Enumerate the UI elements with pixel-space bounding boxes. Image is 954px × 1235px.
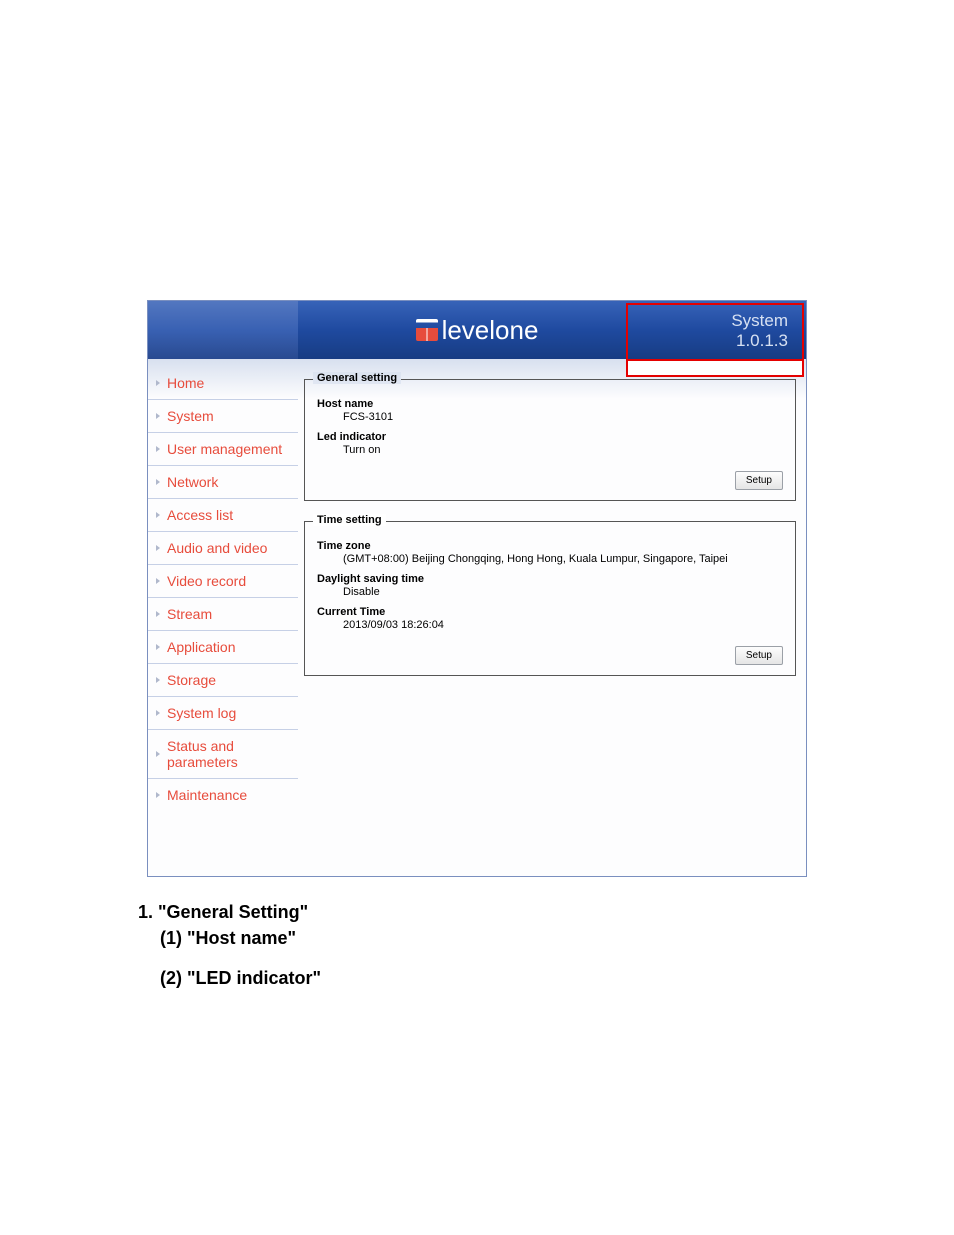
sidebar-item-status-parameters[interactable]: Status and parameters xyxy=(148,730,298,779)
header-system-label: System xyxy=(628,311,788,331)
time-zone-value: (GMT+08:00) Beijing Chongqing, Hong Hong… xyxy=(317,552,785,569)
chevron-right-icon xyxy=(156,751,160,757)
chevron-right-icon xyxy=(156,446,160,452)
chevron-right-icon xyxy=(156,512,160,518)
sidebar-item-label: Audio and video xyxy=(167,540,267,556)
sidebar-item-label: Application xyxy=(167,639,236,655)
content-area: General setting Host name FCS-3101 Led i… xyxy=(298,359,806,876)
document-text: 1. "General Setting" (1) "Host name" (2)… xyxy=(138,899,954,991)
logo-mark-icon xyxy=(416,319,438,341)
sidebar-item-stream[interactable]: Stream xyxy=(148,598,298,631)
sidebar-item-storage[interactable]: Storage xyxy=(148,664,298,697)
sidebar-item-system-log[interactable]: System log xyxy=(148,697,298,730)
sidebar-item-access-list[interactable]: Access list xyxy=(148,499,298,532)
general-setting-panel: General setting Host name FCS-3101 Led i… xyxy=(304,379,796,501)
time-setup-button[interactable]: Setup xyxy=(735,646,783,665)
body-row: Home System User management Network Acce… xyxy=(148,359,806,876)
header-system-info-box: System 1.0.1.3 xyxy=(626,303,804,361)
current-time-label: Current Time xyxy=(317,606,785,618)
sidebar-item-label: User management xyxy=(167,441,282,457)
sidebar-item-label: Home xyxy=(167,375,204,391)
sidebar-item-audio-video[interactable]: Audio and video xyxy=(148,532,298,565)
doc-sub-1-2: (2) "LED indicator" xyxy=(160,965,954,991)
doc-sub-1-1: (1) "Host name" xyxy=(160,925,954,951)
led-indicator-value: Turn on xyxy=(317,443,785,460)
sidebar-item-label: Storage xyxy=(167,672,216,688)
chevron-right-icon xyxy=(156,710,160,716)
header-version: 1.0.1.3 xyxy=(628,331,788,351)
general-setup-button[interactable]: Setup xyxy=(735,471,783,490)
sidebar-item-video-record[interactable]: Video record xyxy=(148,565,298,598)
logo-text: levelone xyxy=(442,315,539,346)
sidebar-item-label: Status and parameters xyxy=(167,738,290,770)
sidebar-item-label: Maintenance xyxy=(167,787,247,803)
doc-section-1: 1. "General Setting" xyxy=(138,899,954,925)
sidebar-item-home[interactable]: Home xyxy=(148,367,298,400)
sidebar-item-application[interactable]: Application xyxy=(148,631,298,664)
host-name-value: FCS-3101 xyxy=(317,410,785,427)
chevron-right-icon xyxy=(156,479,160,485)
chevron-right-icon xyxy=(156,578,160,584)
sidebar-nav: Home System User management Network Acce… xyxy=(148,359,298,876)
sidebar-item-label: Stream xyxy=(167,606,212,622)
sidebar-item-maintenance[interactable]: Maintenance xyxy=(148,779,298,811)
header-bar: levelone System 1.0.1.3 xyxy=(148,301,806,359)
sidebar-item-label: Network xyxy=(167,474,218,490)
chevron-right-icon xyxy=(156,380,160,386)
sidebar-item-network[interactable]: Network xyxy=(148,466,298,499)
chevron-right-icon xyxy=(156,792,160,798)
host-name-label: Host name xyxy=(317,398,785,410)
sidebar-item-system[interactable]: System xyxy=(148,400,298,433)
admin-panel-screenshot: levelone System 1.0.1.3 Home System User… xyxy=(147,300,807,877)
sidebar-item-label: Access list xyxy=(167,507,233,523)
time-setting-panel: Time setting Time zone (GMT+08:00) Beiji… xyxy=(304,521,796,676)
content-spacer xyxy=(304,696,796,846)
current-time-value: 2013/09/03 18:26:04 xyxy=(317,618,785,635)
time-zone-label: Time zone xyxy=(317,540,785,552)
fieldset-legend: Time setting xyxy=(313,514,386,526)
dst-label: Daylight saving time xyxy=(317,573,785,585)
chevron-right-icon xyxy=(156,545,160,551)
sidebar-item-user-management[interactable]: User management xyxy=(148,433,298,466)
sidebar-item-label: System log xyxy=(167,705,236,721)
chevron-right-icon xyxy=(156,677,160,683)
chevron-right-icon xyxy=(156,644,160,650)
chevron-right-icon xyxy=(156,611,160,617)
sidebar-item-label: System xyxy=(167,408,214,424)
dst-value: Disable xyxy=(317,585,785,602)
logo: levelone xyxy=(416,315,539,346)
sidebar-item-label: Video record xyxy=(167,573,246,589)
led-indicator-label: Led indicator xyxy=(317,431,785,443)
chevron-right-icon xyxy=(156,413,160,419)
fieldset-legend: General setting xyxy=(313,372,401,384)
